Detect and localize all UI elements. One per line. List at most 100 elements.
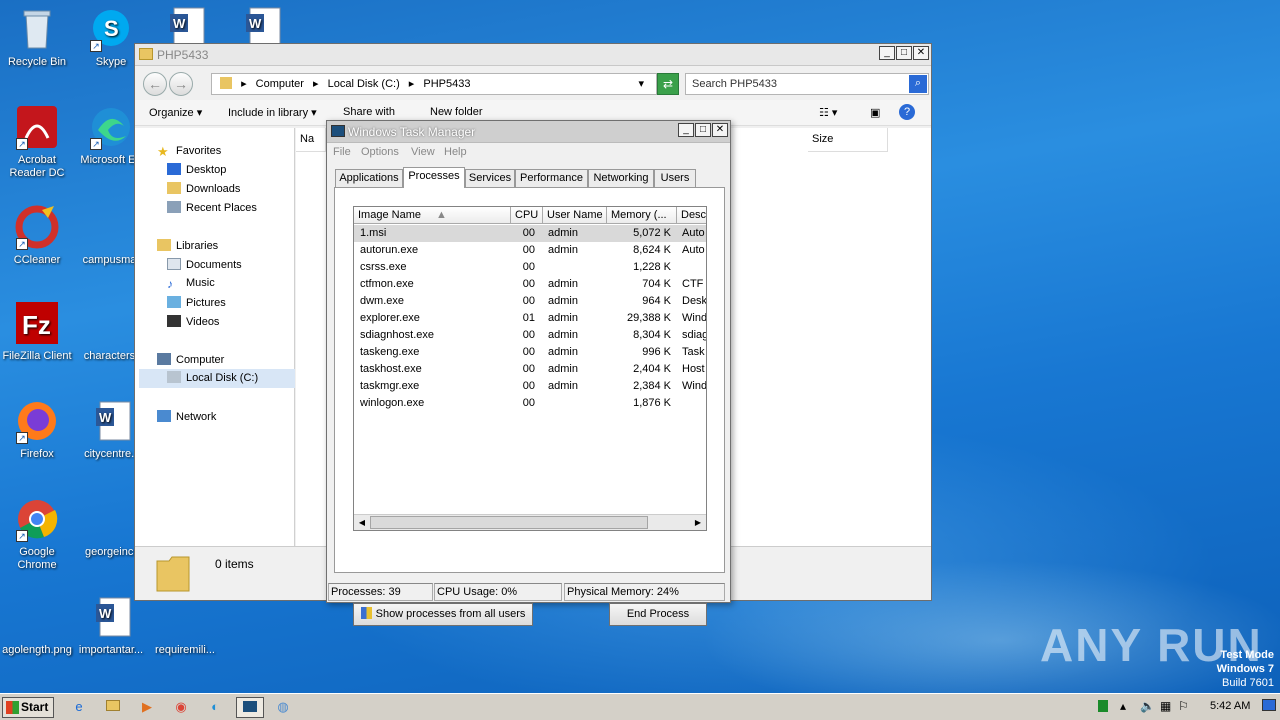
menu-view[interactable]: View [411,146,435,158]
new-folder-button[interactable]: New folder [430,106,483,118]
desktop-icon-recycle-bin[interactable]: Recycle Bin [0,6,74,69]
network-tray-icon[interactable]: ▦ [1160,699,1171,713]
close-button[interactable]: ✕ [712,123,728,137]
close-button[interactable]: ✕ [913,46,929,60]
nav-network[interactable]: Network [157,410,216,423]
desktop-icon-firefox[interactable]: ↗ Firefox [0,398,74,461]
nav-desktop[interactable]: Desktop [167,163,226,176]
organize-button[interactable]: Organize ▾ [149,106,202,119]
search-icon[interactable]: ⌕ [909,75,927,93]
process-row[interactable]: winlogon.exe 00 1,876 K [354,395,706,412]
column-size[interactable]: Size [808,128,888,152]
show-all-users-button[interactable]: Show processes from all users [353,603,533,626]
column-image-name[interactable]: Image Name ▲ [354,207,511,224]
desktop-icon-agolength[interactable]: agolength.png [0,594,74,657]
scroll-right-icon[interactable]: ▶ [691,516,705,529]
scroll-left-icon[interactable]: ◀ [355,516,369,529]
end-process-button[interactable]: End Process [609,603,707,626]
desktop-icon-requiremili[interactable]: requiremili... [148,594,222,657]
media-player-icon[interactable]: ▶ [136,697,158,718]
include-library-button[interactable]: Include in library ▾ [228,106,317,119]
maximize-button[interactable]: □ [896,46,912,60]
chrome-taskbar-icon[interactable]: ◉ [170,697,192,718]
nav-videos[interactable]: Videos [167,315,219,328]
address-bar[interactable]: ▸ Computer ▸ Local Disk (C:) ▸ PHP5433 ▾ [211,73,657,95]
tab-processes[interactable]: Processes [403,167,465,188]
breadcrumb-computer[interactable]: Computer [256,78,304,90]
network-taskbar-icon[interactable]: ◍ [272,697,294,718]
tray-show-hidden-icon[interactable]: ▴ [1120,699,1126,713]
tab-users[interactable]: Users [654,169,696,187]
column-memory[interactable]: Memory (... [607,207,677,224]
start-button[interactable]: Start [2,697,54,718]
tray-status-icon[interactable] [1098,700,1108,712]
process-row[interactable]: csrss.exe 00 1,228 K [354,259,706,276]
edge-taskbar-icon[interactable]: ◐ [204,697,226,718]
shortcut-arrow-icon: ↗ [16,238,28,250]
process-row[interactable]: autorun.exe 00 admin 8,624 K Auto [354,242,706,259]
search-input[interactable]: Search PHP5433 ⌕ [685,73,929,95]
column-name[interactable]: Na [296,128,326,152]
menu-file[interactable]: File [333,146,351,158]
process-row[interactable]: explorer.exe 01 admin 29,388 K Wind [354,310,706,327]
chevron-down-icon[interactable]: ▾ [638,74,644,94]
tab-services[interactable]: Services [465,169,515,187]
help-icon[interactable]: ? [899,104,915,120]
process-row[interactable]: ctfmon.exe 00 admin 704 K CTF I [354,276,706,293]
explorer-taskbar-icon[interactable] [102,697,124,718]
tab-networking[interactable]: Networking [588,169,654,187]
shield-icon [360,607,372,619]
share-with-button[interactable]: Share with [343,106,395,118]
tab-performance[interactable]: Performance [515,169,588,187]
scrollbar-thumb[interactable] [370,516,648,529]
ie-icon[interactable]: e [68,697,90,718]
process-row[interactable]: dwm.exe 00 admin 964 K Desk [354,293,706,310]
nav-recent-places[interactable]: Recent Places [167,201,257,214]
desktop-icon-acrobat[interactable]: ↗ Acrobat Reader DC [0,104,74,180]
task-manager-titlebar[interactable]: Windows Task Manager _ □ ✕ [327,121,730,143]
menu-options[interactable]: Options [361,146,399,158]
show-desktop-icon[interactable] [1262,699,1276,711]
nav-pictures[interactable]: Pictures [167,296,226,309]
menu-help[interactable]: Help [444,146,467,158]
process-row[interactable]: taskhost.exe 00 admin 2,404 K Host [354,361,706,378]
column-cpu[interactable]: CPU [511,207,543,224]
desktop-icon-filezilla[interactable]: Fz FileZilla Client [0,300,74,363]
nav-music[interactable]: ♪ Music [167,277,215,291]
explorer-titlebar[interactable]: PHP5433 _ □ ✕ [135,44,931,66]
process-cell-cpu: 00 [522,295,535,307]
horizontal-scrollbar[interactable]: ◀ ▶ [354,514,706,530]
nav-documents[interactable]: Documents [167,258,242,271]
forward-button[interactable]: → [169,72,193,96]
nav-computer[interactable]: Computer [157,353,224,366]
desktop-icon-importantar[interactable]: W importantar... [74,594,148,657]
minimize-button[interactable]: _ [879,46,895,60]
nav-libraries[interactable]: Libraries [157,239,218,252]
process-cell-cpu: 00 [522,278,535,290]
desktop-icon-ccleaner[interactable]: ↗ CCleaner [0,204,74,267]
nav-local-disk[interactable]: Local Disk (C:) [139,369,295,388]
breadcrumb-local-disk[interactable]: Local Disk (C:) [328,78,400,90]
back-button[interactable]: ← [143,72,167,96]
breadcrumb-folder[interactable]: PHP5433 [423,78,470,90]
tab-applications[interactable]: Applications [335,169,403,187]
view-options-icon[interactable]: ☷ ▾ [819,106,837,119]
nav-favorites[interactable]: ★ Favorites [157,144,221,159]
clock[interactable]: 5:42 AM [1210,700,1250,712]
process-list[interactable]: Image Name ▲ CPU User Name Memory (... D… [353,206,707,531]
column-description[interactable]: Desc [677,207,706,224]
task-manager-taskbar-icon[interactable] [236,697,264,718]
volume-icon[interactable]: 🔈 [1140,699,1155,713]
nav-downloads[interactable]: Downloads [167,182,240,195]
maximize-button[interactable]: □ [695,123,711,137]
process-row[interactable]: taskeng.exe 00 admin 996 K Task [354,344,706,361]
process-row[interactable]: 1.msi 00 admin 5,072 K Auto [354,225,706,242]
action-center-flag-icon[interactable]: ⚐ [1178,699,1189,713]
refresh-icon[interactable]: ⇄ [657,73,679,95]
desktop-icon-chrome[interactable]: ↗ Google Chrome [0,496,74,572]
process-row[interactable]: sdiagnhost.exe 00 admin 8,304 K sdiag [354,327,706,344]
column-user-name[interactable]: User Name [543,207,607,224]
process-row[interactable]: taskmgr.exe 00 admin 2,384 K Wind [354,378,706,395]
preview-pane-icon[interactable]: ▣ [870,106,880,119]
minimize-button[interactable]: _ [678,123,694,137]
